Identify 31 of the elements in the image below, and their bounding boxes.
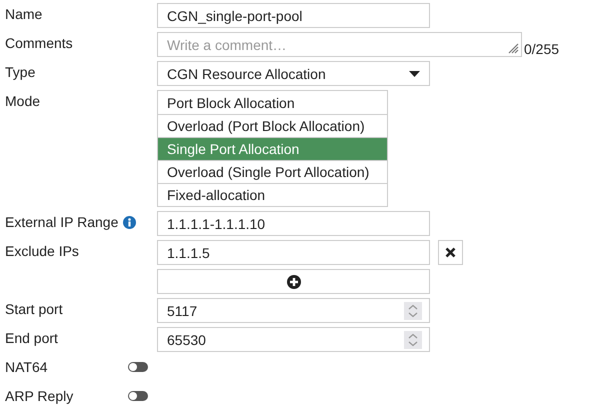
number-field[interactable]: 5117 — [157, 298, 430, 323]
caret-icon — [409, 70, 420, 76]
spinner-icon[interactable] — [404, 302, 422, 320]
remove-button[interactable] — [438, 240, 463, 265]
field-label: Comments — [5, 34, 73, 53]
number-field[interactable]: 65530 — [157, 327, 430, 352]
mode-option[interactable]: Single Port Allocation — [158, 137, 387, 160]
plus-circle-icon — [286, 274, 300, 288]
toggle-switch[interactable] — [128, 391, 148, 401]
mode-option[interactable]: Fixed-allocation — [158, 183, 387, 206]
mode-option[interactable]: Port Block Allocation — [158, 91, 387, 114]
field-label: External IP Range — [5, 213, 118, 232]
ip-field[interactable]: 1.1.1.5 — [157, 240, 430, 265]
mode-option[interactable]: Overload (Single Port Allocation) — [158, 160, 387, 183]
field-label: NAT64 — [5, 358, 48, 377]
field-label: Type — [5, 63, 36, 82]
dropdown-field[interactable]: CGN Resource Allocation — [157, 61, 430, 86]
character-counter: 0/255 — [524, 41, 560, 57]
field-label: Exclude IPs — [5, 242, 79, 261]
close-icon — [445, 247, 456, 258]
resize-grip-icon[interactable] — [507, 42, 519, 54]
info-icon[interactable] — [123, 216, 136, 228]
field-label: End port — [5, 329, 58, 348]
field-label: Name — [5, 5, 42, 24]
spinner-icon[interactable] — [404, 330, 422, 348]
toggle-switch[interactable] — [128, 362, 148, 372]
text-field[interactable]: CGN_single-port-pool — [157, 3, 430, 28]
text-field[interactable]: 1.1.1.1-1.1.1.10 — [157, 211, 430, 236]
field-label: Mode — [5, 92, 40, 111]
field-label: Start port — [5, 300, 63, 319]
field-label: ARP Reply — [5, 387, 74, 406]
